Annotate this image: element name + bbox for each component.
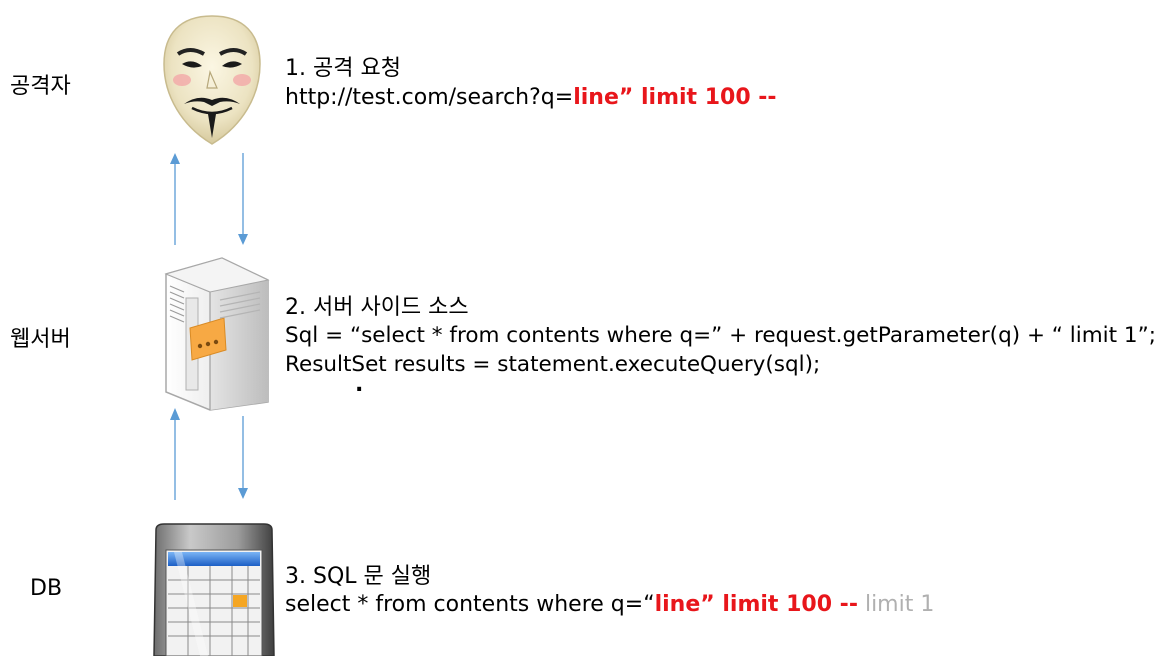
step3-executed-query: select * from contents where q=“line” li…: [285, 590, 934, 619]
step3-ignored-clause: limit 1: [864, 592, 935, 617]
step1-title: 1. 공격 요청: [285, 56, 401, 81]
step2-source-line2: ResultSet results = statement.executeQue…: [285, 352, 821, 377]
step1-injected-payload: line” limit 100 --: [573, 85, 777, 110]
step2-source-line1: Sql = “select * from contents where q=” …: [285, 323, 1156, 348]
step3-query-prefix: select * from contents where q=“: [285, 592, 655, 617]
step3-injected-payload: line” limit 100 --: [654, 592, 858, 617]
step2-title: 2. 서버 사이드 소스: [285, 295, 469, 320]
step2-source-line3: .: [355, 372, 364, 397]
step3-title: 3. SQL 문 실행: [285, 564, 432, 589]
step1-url-prefix: http://test.com/search?q=: [285, 85, 574, 110]
step1-request-url: http://test.com/search?q=line” limit 100…: [285, 83, 777, 112]
